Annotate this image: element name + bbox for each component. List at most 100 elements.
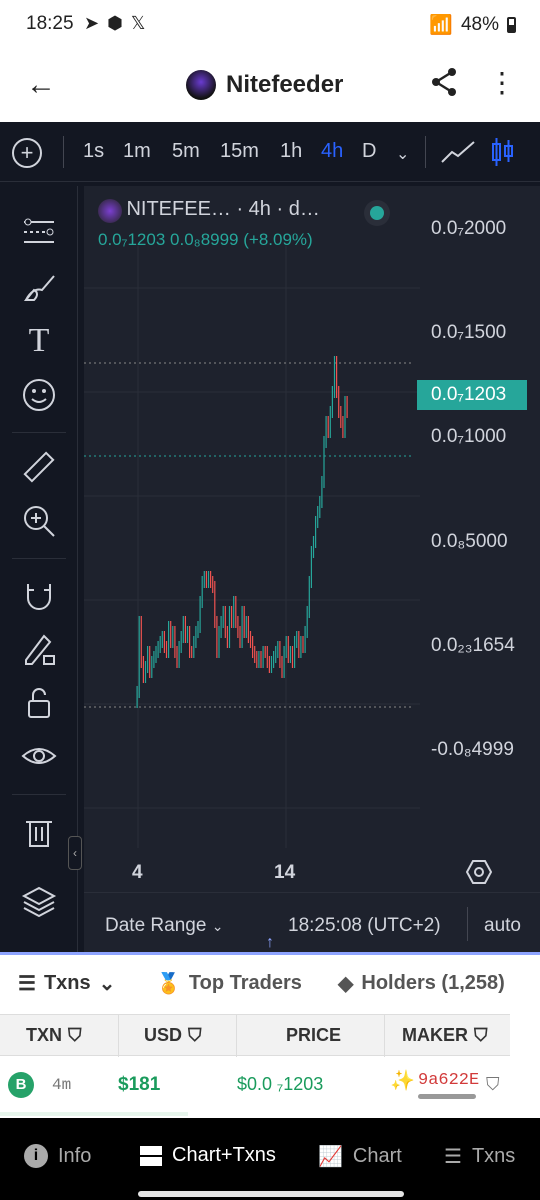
token-avatar	[186, 70, 216, 100]
chart-bottom-bar: Date Range ⌄ 18:25:08 (UTC+2) auto	[84, 892, 540, 952]
nav-chart-txns-label: Chart+Txns	[172, 1144, 276, 1166]
auto-scale-toggle[interactable]: auto	[484, 915, 521, 937]
sparkle-icon: ✨	[390, 1070, 415, 1092]
header-txn[interactable]: TXN ⛉	[26, 1025, 82, 1046]
chevron-down-icon: ⌄	[211, 918, 224, 934]
back-arrow-icon[interactable]: ←	[26, 68, 56, 102]
price-tick: 0.0₇1500	[431, 322, 507, 343]
timeframe-5m[interactable]: 5m	[172, 140, 200, 163]
app-title: Nitefeeder	[226, 71, 344, 98]
timeframe-d[interactable]: D	[362, 140, 376, 163]
current-price-badge: 0.0₇1203	[417, 380, 527, 410]
header-maker-label: MAKER	[402, 1025, 468, 1045]
app-icon: ⬢	[107, 13, 123, 33]
tab-top-traders[interactable]: 🏅 Top Traders	[156, 971, 302, 996]
notification-icons: ➤ ⬢ 𝕏	[84, 13, 145, 34]
app-bar: ← Nitefeeder ⋮	[0, 52, 540, 122]
settings-hexagon-icon[interactable]	[465, 859, 493, 890]
header-price: PRICE	[286, 1025, 341, 1046]
nav-chart-label: Chart	[352, 1145, 402, 1167]
date-range-button[interactable]: Date Range ⌄	[105, 915, 223, 937]
column-divider	[384, 1015, 385, 1057]
filter-icon: ⛉	[188, 1025, 202, 1045]
diamond-icon: ◆	[338, 973, 354, 995]
layers-icon[interactable]	[20, 882, 58, 920]
header-txn-label: TXN	[26, 1025, 62, 1045]
txn-usd: $181	[118, 1074, 161, 1095]
nav-txns[interactable]: ☰ Txns	[444, 1144, 515, 1169]
timeframe-divider	[63, 136, 64, 168]
telegram-icon: ➤	[84, 13, 100, 33]
bottom-nav: i Info Chart+Txns 📈 Chart ☰ Txns	[0, 1118, 540, 1200]
add-indicator-icon[interactable]: +	[12, 138, 42, 168]
area-chart-icon: 📈	[318, 1146, 343, 1168]
share-icon[interactable]	[428, 66, 460, 103]
timeframe-15m[interactable]: 15m	[220, 140, 259, 163]
chart-clock: 18:25:08 (UTC+2)	[288, 915, 441, 936]
header-maker[interactable]: MAKER ⛉	[402, 1025, 488, 1046]
filter-icon[interactable]: ⛉	[486, 1074, 500, 1095]
legend-ohlc: 0.0₇1203 0.0₈8999 (+8.09%)	[98, 230, 313, 249]
list-icon: ☰	[444, 1146, 462, 1168]
nav-txns-label: Txns	[471, 1145, 516, 1167]
timeframe-1h[interactable]: 1h	[280, 140, 302, 163]
medal-icon: 🏅	[156, 973, 181, 995]
status-bar: 18:25 ➤ ⬢ 𝕏 📶 48%	[0, 0, 540, 52]
maker-address[interactable]: 9a622E	[418, 1071, 479, 1090]
table-row[interactable]: B 4m $181 $0.0 ₇1203 ✨ 9a622E ⛉	[0, 1058, 510, 1114]
filter-icon: ⛉	[68, 1025, 82, 1045]
nav-chart[interactable]: 📈 Chart	[318, 1144, 402, 1169]
txn-age: 4m	[52, 1076, 72, 1094]
price-tick: 0.0₇2000	[431, 218, 507, 239]
time-tick: 4	[132, 862, 143, 883]
price-tick: -0.0₈4999	[431, 739, 514, 760]
nav-chart-txns[interactable]: Chart+Txns	[140, 1144, 276, 1167]
buy-badge: B	[8, 1072, 34, 1098]
nav-info[interactable]: i Info	[24, 1144, 91, 1168]
token-title: Nitefeeder	[186, 70, 343, 100]
live-indicator-icon	[364, 200, 390, 226]
txn-price: $0.0 ₇1203	[237, 1074, 324, 1094]
status-time: 18:25	[26, 13, 74, 34]
header-usd[interactable]: USD ⛉	[144, 1025, 202, 1046]
candles-icon[interactable]	[490, 136, 516, 173]
timeframe-4h[interactable]: 4h	[321, 140, 343, 163]
tab-holders-label: Holders (1,258)	[361, 972, 505, 994]
timeframe-bar: + 1s 1m 5m 15m 1h 4h D ⌄	[0, 122, 540, 182]
timeframe-1m[interactable]: 1m	[123, 140, 151, 163]
header-price-label: PRICE	[286, 1025, 342, 1045]
price-tick: 0.0₈5000	[431, 531, 508, 552]
nav-info-label: Info	[58, 1144, 92, 1167]
maker-bar	[418, 1094, 476, 1099]
filter-icon: ⛉	[474, 1025, 488, 1045]
chart-widget: + 1s 1m 5m 15m 1h 4h D ⌄ T ‹ NITEFEE… · …	[0, 122, 540, 952]
status-right: 📶 48%	[429, 13, 516, 37]
time-tick: 14	[274, 862, 296, 883]
txn-table-header: TXN ⛉ USD ⛉ PRICE MAKER ⛉	[0, 1014, 510, 1057]
battery-icon	[507, 17, 516, 33]
date-range-label: Date Range	[105, 915, 207, 936]
battery-text: 48%	[460, 14, 499, 35]
column-divider	[236, 1015, 237, 1057]
x-icon: 𝕏	[130, 13, 146, 33]
timeframe-1s[interactable]: 1s	[83, 140, 104, 163]
info-icon: i	[24, 1144, 48, 1168]
timeframe-divider-2	[425, 136, 426, 168]
more-options-icon[interactable]: ⋮	[488, 66, 516, 99]
legend-symbol: NITEFEE… · 4h · d…	[126, 198, 320, 220]
txn-tabs: ☰ Txns ⌄ 🏅 Top Traders ◆ Holders (1,258)	[0, 952, 540, 1010]
price-tick: 0.0₇1000	[431, 426, 507, 447]
list-icon: ☰	[18, 973, 36, 995]
tab-txns-label: Txns	[43, 972, 91, 994]
line-chart-icon[interactable]	[440, 138, 476, 171]
wifi-icon: 📶	[429, 15, 453, 36]
tab-txns[interactable]: ☰ Txns ⌄	[18, 971, 115, 996]
price-tick: 0.0₂₃1654	[431, 635, 515, 656]
row-divider	[0, 1112, 188, 1116]
chevron-down-icon[interactable]: ⌄	[396, 144, 409, 164]
chart-legend: NITEFEE… · 4h · d… 0.0₇1203 0.0₈8999 (+8…	[98, 198, 320, 249]
header-usd-label: USD	[144, 1025, 183, 1045]
split-view-icon	[140, 1145, 162, 1166]
tab-holders[interactable]: ◆ Holders (1,258)	[338, 971, 505, 996]
tab-top-traders-label: Top Traders	[188, 972, 302, 994]
